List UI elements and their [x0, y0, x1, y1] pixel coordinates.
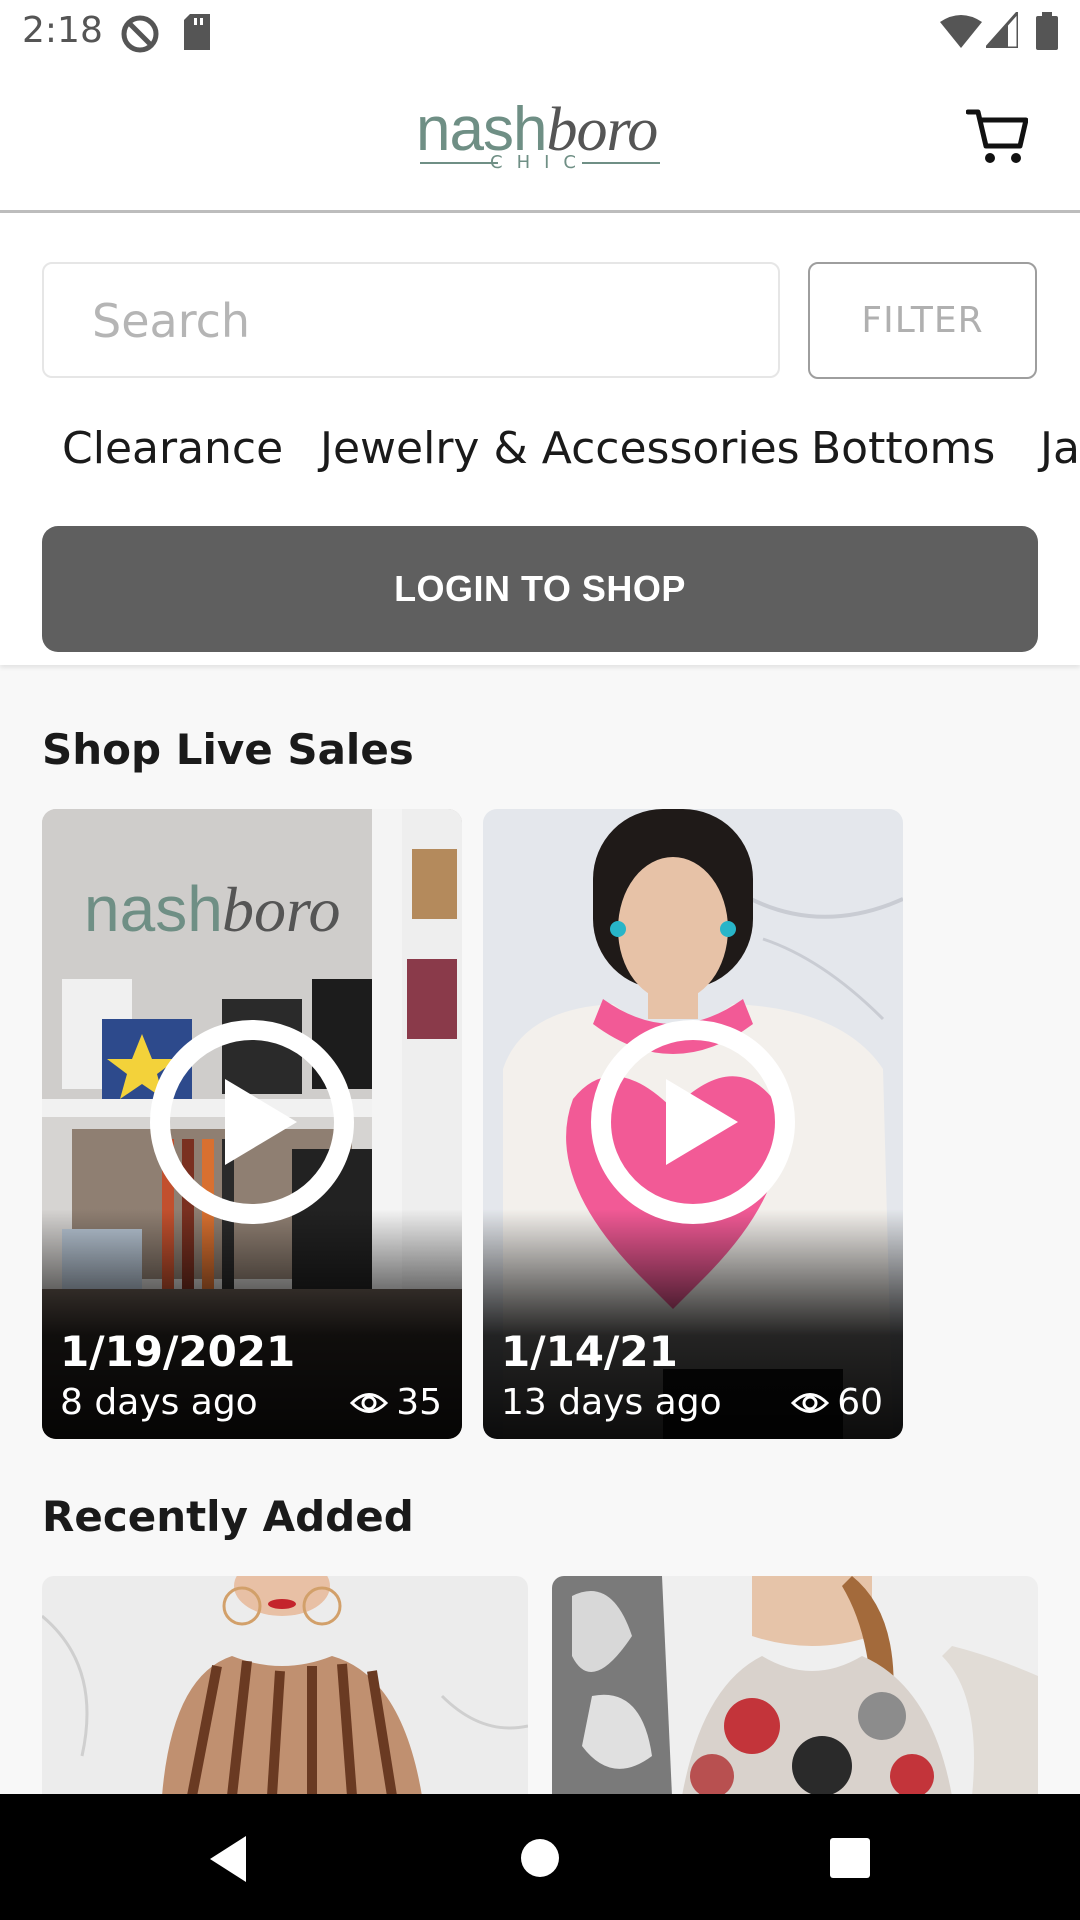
- play-icon[interactable]: [588, 1017, 798, 1227]
- status-time: 2:18: [22, 10, 103, 51]
- battery-icon: [1036, 12, 1058, 50]
- filter-button[interactable]: FILTER: [808, 262, 1037, 379]
- eye-icon: [350, 1392, 389, 1413]
- category-clearance[interactable]: Clearance: [62, 423, 283, 474]
- product-image: [42, 1576, 528, 1796]
- do-not-disturb-icon: [121, 15, 159, 53]
- home-icon[interactable]: [520, 1838, 560, 1878]
- category-jewelry-accessories[interactable]: Jewelry & Accessories: [320, 423, 800, 474]
- category-partial[interactable]: Ja: [1040, 423, 1080, 474]
- eye-icon: [791, 1392, 830, 1413]
- svg-text:nash: nash: [84, 873, 223, 945]
- view-count-value: 35: [396, 1382, 442, 1423]
- live-sale-age: 8 days ago: [60, 1382, 258, 1423]
- login-to-shop-button[interactable]: LOGIN TO SHOP: [42, 526, 1038, 652]
- category-tabs: Clearance Jewelry & Accessories Bottoms …: [0, 423, 1080, 503]
- view-count: 60: [791, 1382, 883, 1423]
- live-sales-title: Shop Live Sales: [42, 725, 414, 774]
- recents-icon[interactable]: [830, 1838, 870, 1878]
- app-header: nashboro CHIC: [0, 66, 1080, 213]
- cart-icon[interactable]: [966, 106, 1028, 166]
- live-sale-card[interactable]: 1/14/21 13 days ago 60: [483, 809, 903, 1439]
- system-nav-bar: [0, 1794, 1080, 1920]
- view-count: 35: [350, 1382, 442, 1423]
- cell-signal-icon: [986, 12, 1018, 48]
- product-card[interactable]: [552, 1576, 1038, 1796]
- play-icon[interactable]: [147, 1017, 357, 1227]
- category-bottoms[interactable]: Bottoms: [811, 423, 995, 474]
- search-input[interactable]: [90, 290, 734, 352]
- live-sale-card[interactable]: nash boro 1/19/2021 8 days ago 35: [42, 809, 462, 1439]
- status-bar: 2:18: [0, 0, 1080, 66]
- logo-line-right: [582, 162, 660, 164]
- wifi-icon: [940, 15, 982, 48]
- product-card[interactable]: [42, 1576, 528, 1796]
- live-sale-date: 1/14/21: [501, 1327, 678, 1376]
- view-count-value: 60: [837, 1382, 883, 1423]
- back-icon[interactable]: [206, 1834, 256, 1884]
- live-sale-date: 1/19/2021: [60, 1327, 296, 1376]
- svg-text:boro: boro: [222, 874, 341, 945]
- brand-logo[interactable]: nashboro CHIC: [400, 66, 680, 186]
- recently-added-title: Recently Added: [42, 1492, 414, 1541]
- sd-card-icon: [184, 14, 210, 50]
- live-sale-age: 13 days ago: [501, 1382, 722, 1423]
- shop-controls: FILTER Clearance Jewelry & Accessories B…: [0, 213, 1080, 665]
- search-box[interactable]: [42, 262, 780, 378]
- product-image: [552, 1576, 1038, 1796]
